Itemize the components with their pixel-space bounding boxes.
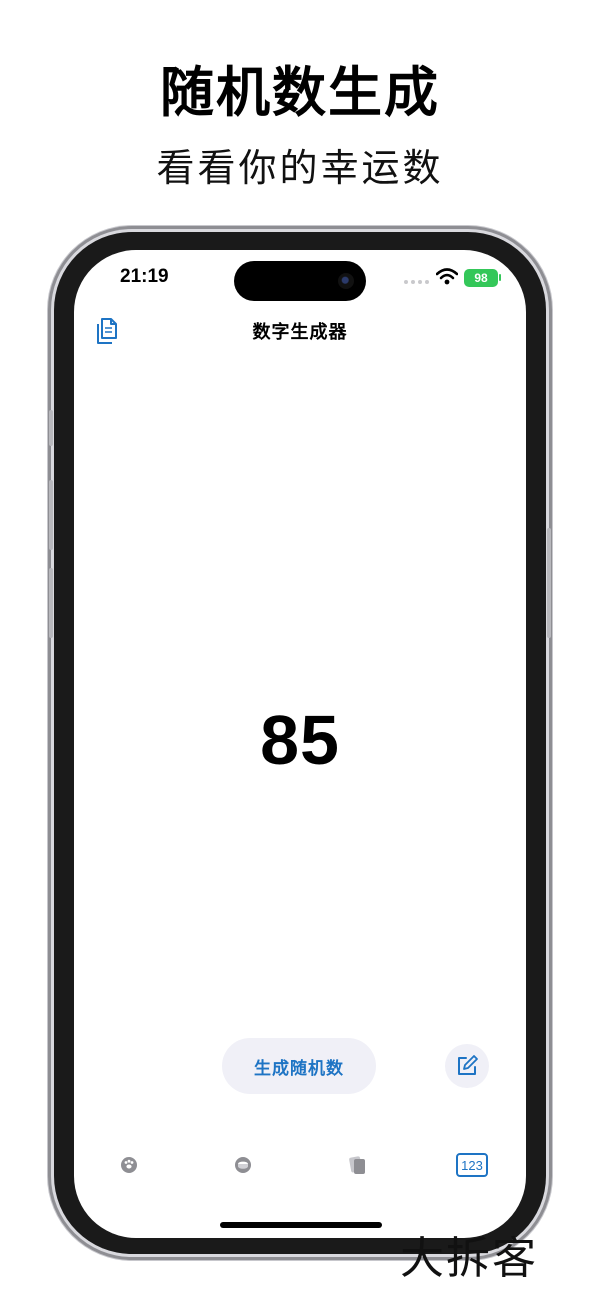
dynamic-island — [234, 261, 366, 301]
tab-cards[interactable] — [343, 1150, 373, 1180]
battery-level: 98 — [474, 271, 488, 285]
promo-subtitle: 看看你的幸运数 — [156, 146, 444, 190]
battery-cap — [499, 274, 501, 281]
square-pencil-icon — [458, 1055, 478, 1075]
number-123-icon: 123 — [456, 1153, 488, 1177]
screen: 21:19 98 数字生成器 85 生成随机数 123 — [74, 250, 526, 1238]
promo-title: 随机数生成 — [160, 61, 440, 124]
phone-power-button — [547, 528, 551, 638]
watermark: 大拆客 — [400, 1233, 538, 1284]
home-indicator — [220, 1222, 382, 1228]
random-number-display: 85 — [260, 701, 340, 779]
generate-random-button[interactable]: 生成随机数 — [222, 1038, 376, 1094]
wifi-icon — [436, 268, 458, 285]
battery-indicator: 98 — [464, 269, 498, 287]
phone-volume-down-button — [49, 568, 53, 638]
tab-coin[interactable] — [228, 1150, 258, 1180]
tab-paw[interactable] — [114, 1150, 144, 1180]
cellular-signal-icon — [404, 280, 429, 284]
coin-icon — [235, 1157, 251, 1173]
paw-icon — [121, 1157, 137, 1173]
nav-title: 数字生成器 — [252, 322, 348, 343]
tab-number-generator[interactable]: 123 — [455, 1150, 489, 1180]
front-camera-icon — [338, 273, 354, 289]
edit-button[interactable] — [445, 1044, 489, 1088]
cards-icon — [349, 1156, 365, 1174]
phone-volume-up-button — [49, 480, 53, 550]
tab-number-label: 123 — [461, 1158, 483, 1173]
phone-action-button — [49, 410, 53, 446]
status-time: 21:19 — [120, 266, 169, 287]
